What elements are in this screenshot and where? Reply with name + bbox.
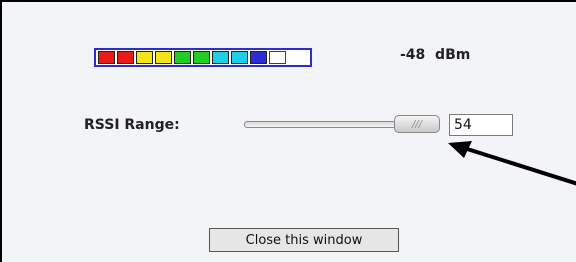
signal-segment	[193, 51, 210, 64]
rssi-value-input[interactable]	[449, 114, 513, 136]
signal-segment	[212, 51, 229, 64]
signal-reading: -48 dBm	[400, 47, 471, 63]
signal-segment	[231, 51, 248, 64]
signal-segment	[98, 51, 115, 64]
arrow-shaft	[463, 146, 576, 186]
signal-strength-meter	[94, 48, 312, 67]
rssi-range-label: RSSI Range:	[84, 117, 180, 133]
signal-segment	[269, 51, 286, 64]
close-window-button[interactable]: Close this window	[209, 228, 399, 252]
signal-segment	[136, 51, 153, 64]
signal-segment	[155, 51, 172, 64]
arrow-head	[448, 141, 472, 158]
signal-segment	[250, 51, 267, 64]
signal-segment	[117, 51, 134, 64]
signal-segment	[174, 51, 191, 64]
slider-grip-icon: ///	[411, 118, 423, 130]
rssi-slider-handle[interactable]: ///	[394, 115, 440, 133]
popup-window: -48 dBm RSSI Range: /// Close this windo…	[0, 0, 576, 262]
